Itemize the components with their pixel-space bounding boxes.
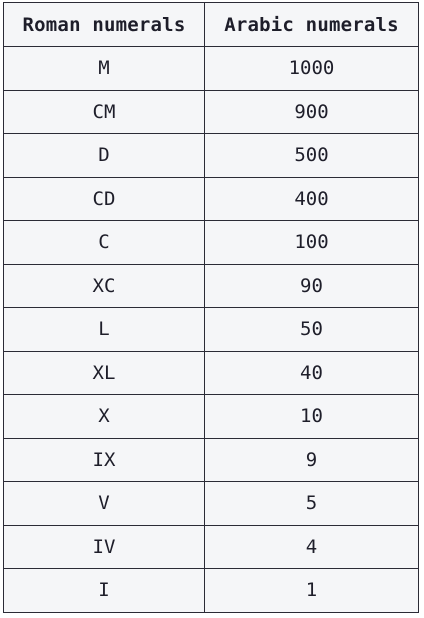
arabic-cell: 5 [204, 481, 419, 526]
header-arabic-numerals: Arabic numerals [204, 2, 419, 47]
header-roman-numerals: Roman numerals [3, 2, 205, 47]
arabic-cell: 100 [204, 220, 419, 265]
table-row: M 1000 [3, 46, 419, 91]
roman-cell: V [3, 481, 205, 526]
arabic-cell: 90 [204, 263, 419, 308]
table-row: D 500 [3, 133, 419, 178]
arabic-cell: 9 [204, 437, 419, 482]
roman-cell: CM [3, 89, 205, 134]
roman-cell: XC [3, 263, 205, 308]
roman-arabic-table: Roman numerals Arabic numerals M 1000 CM… [3, 2, 419, 613]
arabic-cell: 50 [204, 307, 419, 352]
table-header: Roman numerals Arabic numerals [3, 2, 419, 47]
table-row: X 10 [3, 394, 419, 439]
roman-cell: X [3, 394, 205, 439]
table-row: XC 90 [3, 263, 419, 308]
table-row: CM 900 [3, 89, 419, 134]
table-row: C 100 [3, 220, 419, 265]
roman-cell: I [3, 568, 205, 613]
roman-cell: IX [3, 437, 205, 482]
roman-cell: M [3, 46, 205, 91]
arabic-cell: 400 [204, 176, 419, 221]
table-row: V 5 [3, 481, 419, 526]
table-row: IV 4 [3, 524, 419, 569]
arabic-cell: 500 [204, 133, 419, 178]
table-row: CD 400 [3, 176, 419, 221]
arabic-cell: 1000 [204, 46, 419, 91]
roman-cell: L [3, 307, 205, 352]
table-row: IX 9 [3, 437, 419, 482]
roman-cell: CD [3, 176, 205, 221]
header-row: Roman numerals Arabic numerals [3, 2, 419, 47]
arabic-cell: 10 [204, 394, 419, 439]
arabic-cell: 40 [204, 350, 419, 395]
table-row: I 1 [3, 568, 419, 613]
roman-cell: IV [3, 524, 205, 569]
table-row: L 50 [3, 307, 419, 352]
roman-cell: C [3, 220, 205, 265]
roman-cell: D [3, 133, 205, 178]
roman-cell: XL [3, 350, 205, 395]
table-row: XL 40 [3, 350, 419, 395]
table-body: M 1000 CM 900 D 500 CD 400 C 100 XC 90 L… [3, 46, 419, 613]
arabic-cell: 900 [204, 89, 419, 134]
arabic-cell: 4 [204, 524, 419, 569]
arabic-cell: 1 [204, 568, 419, 613]
